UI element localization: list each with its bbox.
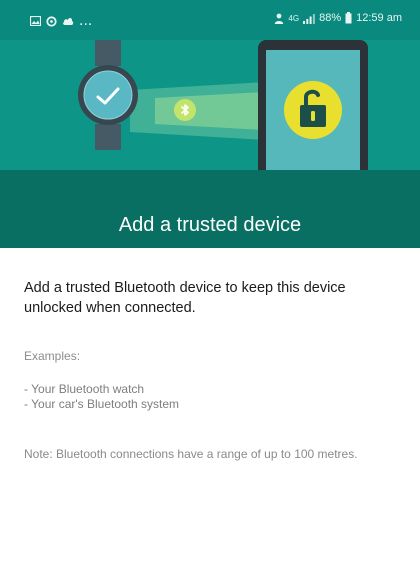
range-note: Note: Bluetooth connections have a range… [24,447,358,461]
list-item: - Your car's Bluetooth system [24,397,180,411]
examples-list: - Your Bluetooth watch - Your car's Blue… [24,382,394,412]
examples-label: Examples: [24,349,81,363]
notification-overflow: ... [79,12,93,29]
list-item: - Your Bluetooth watch [24,382,145,396]
status-bar-system: 4G 88% 12:59 am [274,12,402,24]
title-band: Add a trusted device [0,170,420,248]
bluetooth-icon [174,99,196,121]
image-icon [30,16,41,26]
person-icon [275,13,284,24]
smartwatch-icon [78,40,138,150]
trusted-device-screen: ... 4G 88% 12:59 am Add a trusted device… [0,0,420,570]
battery-percent: 88% [319,12,342,24]
clock: 12:59 am [356,12,402,24]
status-bar: ... 4G 88% 12:59 am [0,0,420,40]
hero-illustration [0,40,420,170]
sync-icon [46,15,57,27]
page-title: Add a trusted device [118,214,302,236]
status-bar-notifications: ... [30,12,93,29]
intro-text: Add a trusted Bluetooth device to keep t… [24,280,346,316]
cloud-icon [63,18,74,25]
description-section: Add a trusted Bluetooth device to keep t… [24,278,394,463]
signal-icon [303,13,315,24]
unlocked-padlock-icon [284,81,342,139]
network-type: 4G [288,13,300,23]
battery-icon [345,12,352,24]
